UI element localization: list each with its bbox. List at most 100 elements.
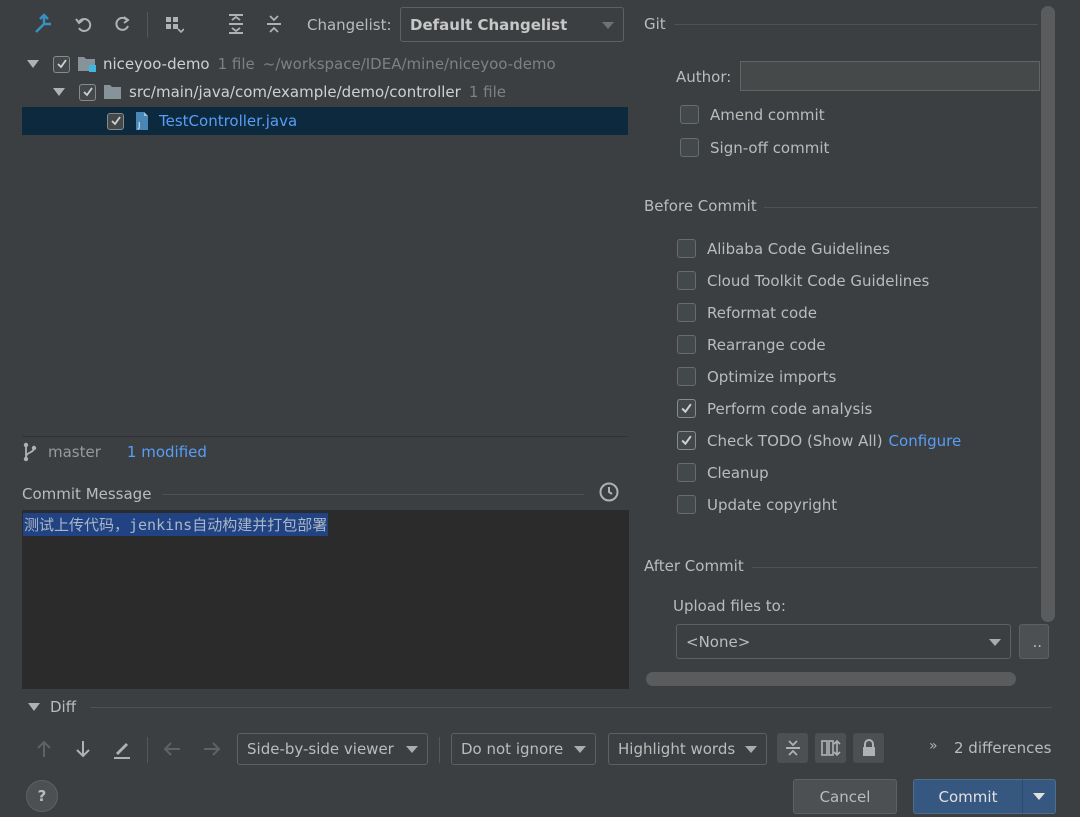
commit-message-label: Commit Message [22,485,152,503]
cancel-label: Cancel [819,787,871,806]
diff-title: Diff [50,698,77,716]
branch-icon [23,442,37,462]
history-clock-icon[interactable] [597,480,621,504]
chevron-down-icon [574,746,586,753]
author-label: Author: [676,68,732,86]
checkbox-checked[interactable] [677,399,696,418]
branch-status: master 1 modified [22,442,207,462]
show-diff-icon[interactable] [32,12,56,36]
java-file-icon: J [136,112,148,130]
collapse-arrow-icon[interactable] [28,703,40,711]
rollback-icon[interactable] [72,12,96,36]
previous-file-icon[interactable] [160,737,184,761]
chevron-down-icon [1033,793,1045,800]
file-name: TestController.java [159,112,298,130]
refresh-icon[interactable] [110,12,134,36]
checkbox-checked[interactable] [677,431,696,450]
folder-count: 1 file [468,83,506,101]
commit-message-editor[interactable]: 测试上传代码，jenkins自动构建并打包部署 [22,510,629,689]
modified-count[interactable]: 1 modified [127,443,207,461]
option-label: Reformat code [707,303,817,322]
collapse-unchanged-icon[interactable] [777,733,808,763]
commit-label: Commit [938,787,998,806]
upload-target-select[interactable]: <None> [676,624,1011,659]
option-label: Check TODO (Show All) [707,431,883,450]
lock-icon[interactable] [853,733,884,763]
option-perform-code-analysis[interactable]: Perform code analysis [677,399,872,418]
signoff-commit-label: Sign-off commit [710,138,830,157]
next-file-icon[interactable] [200,737,224,761]
option-label: Update copyright [707,495,838,514]
changelist-select[interactable]: Default Changelist [400,7,624,42]
tree-row-project[interactable]: niceyoo-demo 1 file ~/workspace/IDEA/min… [22,50,628,78]
checkbox-folder[interactable] [79,83,96,101]
option-cleanup[interactable]: Cleanup [677,463,769,482]
checkbox-project[interactable] [53,55,70,73]
help-button[interactable]: ? [26,780,58,812]
group-by-icon[interactable] [162,12,186,36]
option-label: Alibaba Code Guidelines [707,239,890,258]
ignore-select[interactable]: Do not ignore [451,733,596,765]
checkbox[interactable] [677,463,696,482]
previous-difference-icon[interactable] [32,737,56,761]
edit-source-icon[interactable] [110,737,134,761]
signoff-commit-option[interactable]: Sign-off commit [680,138,829,157]
diff-header[interactable]: Diff [28,698,76,716]
folder-name: src/main/java/com/example/demo/controlle… [129,83,461,101]
expand-arrow-icon[interactable] [53,88,65,96]
option-update-copyright[interactable]: Update copyright [677,495,837,514]
option-reformat-code[interactable]: Reformat code [677,303,817,322]
svg-text:J: J [137,121,140,130]
horizontal-scrollbar[interactable] [646,672,1016,686]
expand-arrow-icon[interactable] [27,60,39,68]
signoff-commit-checkbox[interactable] [680,138,699,157]
before-commit-title: Before Commit [644,197,757,215]
option-check-todo[interactable]: Check TODO (Show All) Configure [677,431,961,450]
checkbox[interactable] [677,239,696,258]
amend-commit-option[interactable]: Amend commit [680,105,825,124]
viewer-select[interactable]: Side-by-side viewer [237,733,428,765]
expand-all-icon[interactable] [224,12,248,36]
checkbox[interactable] [677,303,696,322]
branch-name[interactable]: master [48,443,101,461]
divider [162,494,584,495]
divider [90,707,1052,708]
upload-files-label: Upload files to: [673,597,786,615]
checkbox[interactable] [677,367,696,386]
collapse-all-icon[interactable] [262,12,286,36]
project-path: ~/workspace/IDEA/mine/niceyoo-demo [262,55,556,73]
checkbox[interactable] [677,271,696,290]
checkbox-file[interactable] [107,112,124,130]
browse-dots: .. [1032,632,1042,651]
author-input[interactable] [740,61,1040,91]
cancel-button[interactable]: Cancel [793,779,897,814]
commit-button[interactable]: Commit [913,779,1023,814]
option-label: Cleanup [707,463,769,482]
amend-commit-checkbox[interactable] [680,105,699,124]
checkbox[interactable] [677,495,696,514]
more-options-icon[interactable]: » [929,738,938,754]
next-difference-icon[interactable] [71,737,95,761]
option-label: Perform code analysis [707,399,873,418]
highlight-value: Highlight words [618,740,736,758]
chevron-down-icon [406,746,418,753]
upload-browse-button[interactable]: .. [1019,624,1049,659]
option-optimize-imports[interactable]: Optimize imports [677,367,836,386]
option-label: Rearrange code [707,335,826,354]
tree-row-file[interactable]: J TestController.java [22,107,628,135]
option-rearrange-code[interactable]: Rearrange code [677,335,826,354]
differences-count: 2 differences [954,739,1052,757]
option-label: Cloud Toolkit Code Guidelines [707,271,930,290]
changelist-label: Changelist: [307,16,392,34]
commit-options-button[interactable] [1022,779,1056,814]
option-cloud-toolkit-guidelines[interactable]: Cloud Toolkit Code Guidelines [677,271,929,290]
chevron-down-icon [989,638,1001,646]
highlight-select[interactable]: Highlight words [608,733,767,765]
configure-link[interactable]: Configure [889,432,962,450]
chevron-down-icon [745,746,757,753]
checkbox[interactable] [677,335,696,354]
sync-scroll-icon[interactable] [815,733,846,763]
tree-row-folder[interactable]: src/main/java/com/example/demo/controlle… [22,78,628,106]
option-alibaba-guidelines[interactable]: Alibaba Code Guidelines [677,239,890,258]
vertical-scrollbar[interactable] [1041,6,1055,622]
